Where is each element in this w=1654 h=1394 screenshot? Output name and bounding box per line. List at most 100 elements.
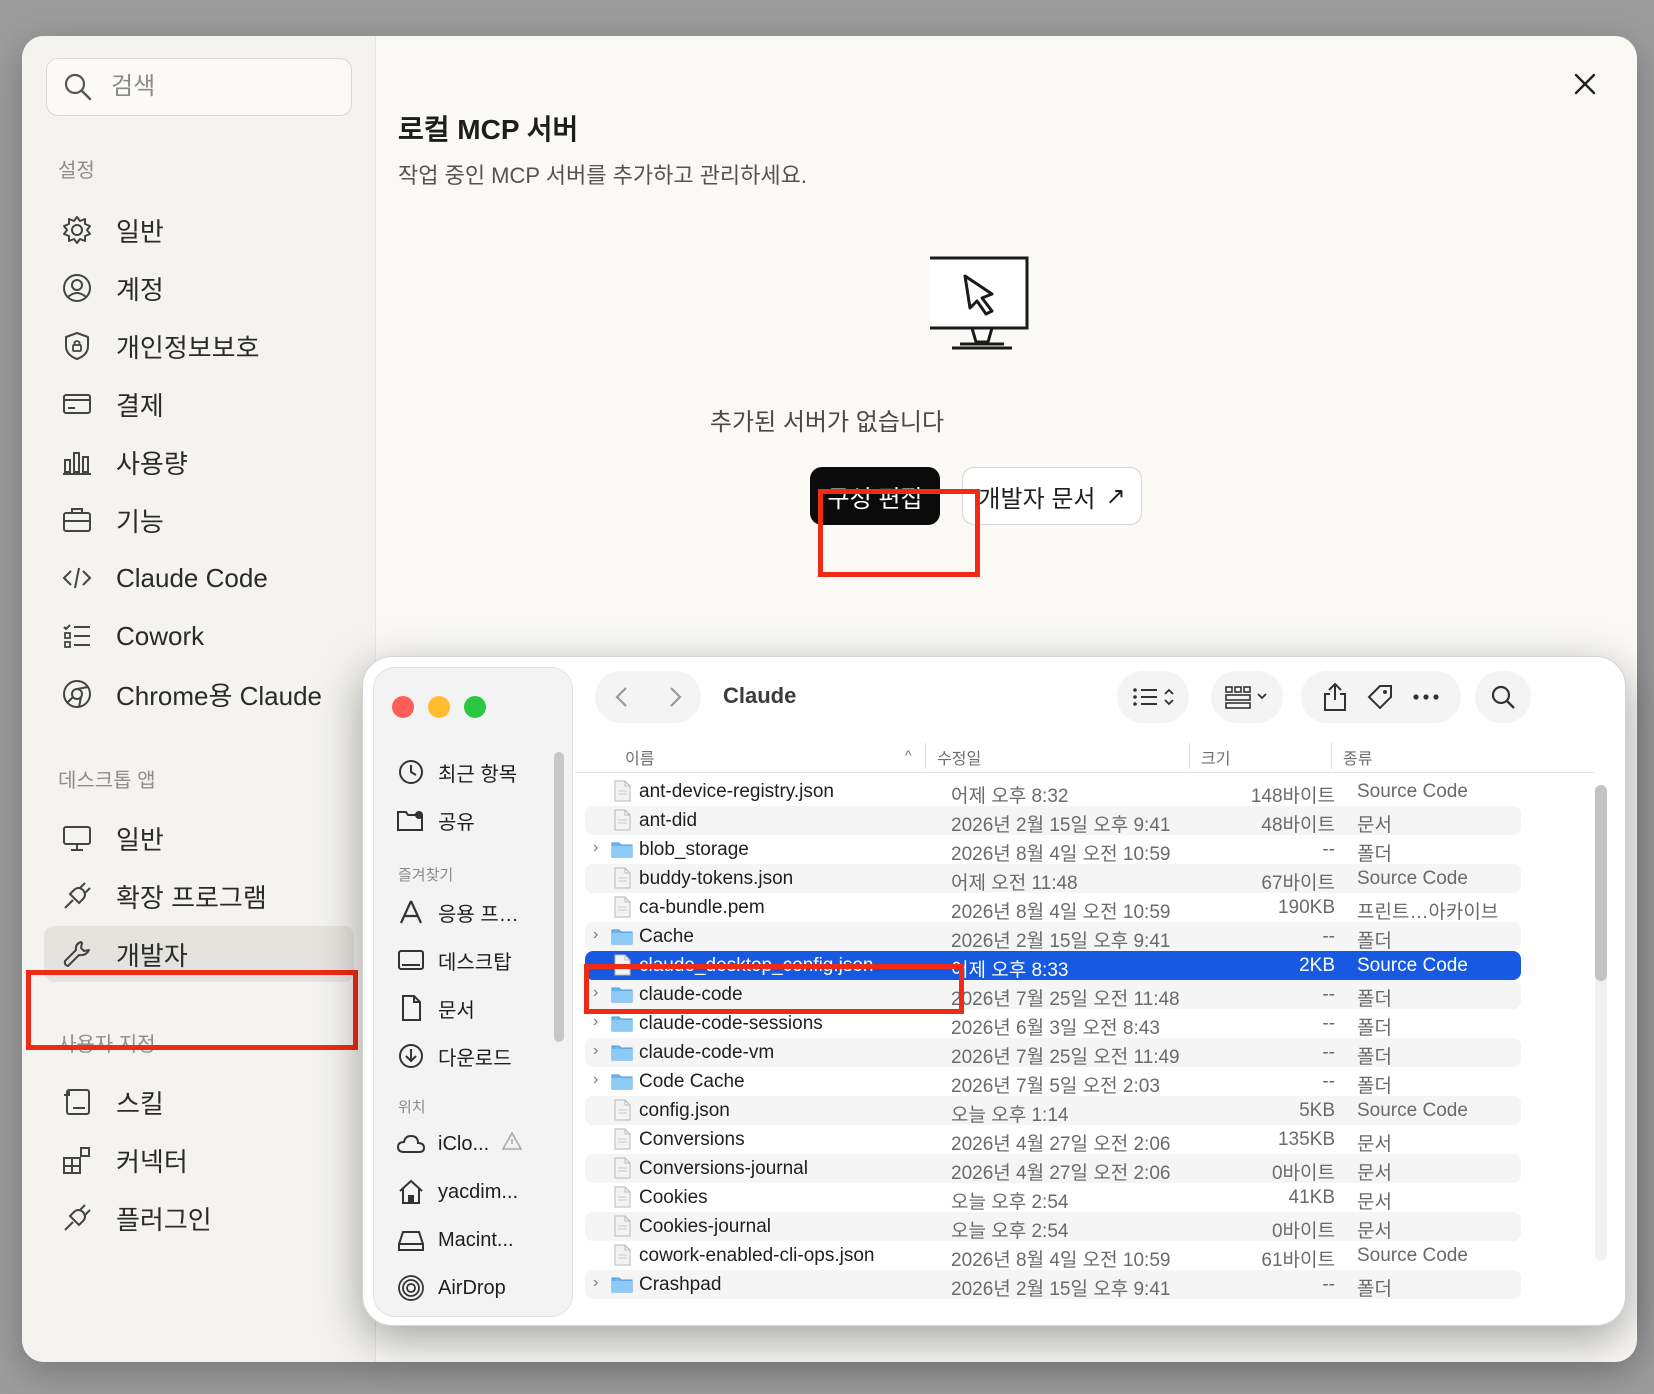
sidebar-item-label: 기능 <box>116 506 164 537</box>
finder-sidebar-label: Macint... <box>438 1228 514 1251</box>
file-row[interactable]: ant-device-registry.json 어제 오후 8:32 148바이트… <box>585 777 1521 807</box>
file-row[interactable]: ca-bundle.pem 2026년 8월 4일 오전 10:59 190KB 프린… <box>585 893 1521 923</box>
sidebar-item-extensions[interactable]: 확장 프로그램 <box>44 868 354 924</box>
finder-sidebar-documents[interactable]: 문서 <box>396 990 475 1026</box>
finder-sidebar-label: yacdim... <box>438 1180 519 1203</box>
sidebar-item-chrome-claude[interactable]: Chrome용 Claude <box>44 666 354 722</box>
column-size[interactable]: 크기 <box>1201 745 1230 769</box>
back-icon[interactable] <box>612 685 632 709</box>
sidebar-item-desktop-general[interactable]: 일반 <box>44 810 354 866</box>
column-kind[interactable]: 종류 <box>1343 745 1372 769</box>
finder-sidebar-label: 최근 항목 <box>438 763 518 786</box>
zoom-window-button[interactable] <box>464 696 486 718</box>
folder-row[interactable]: › Code Cache 2026년 7월 5일 오전 2:03 -- 폴더 <box>585 1067 1521 1097</box>
folder-row[interactable]: › blob_storage 2026년 8월 4일 오전 10:59 -- 폴더 <box>585 835 1521 865</box>
highlight-config-file <box>584 964 964 1014</box>
close-window-button[interactable] <box>392 696 414 718</box>
group-view-button[interactable] <box>1211 671 1283 723</box>
file-row[interactable]: Conversions 2026년 4월 27일 오전 2:06 135KB 문서 <box>585 1125 1521 1155</box>
sidebar-item-general[interactable]: 일반 <box>44 202 354 258</box>
minimize-window-button[interactable] <box>428 696 450 718</box>
close-icon[interactable] <box>1569 68 1601 100</box>
forward-icon[interactable] <box>665 685 685 709</box>
file-row[interactable]: Conversions-journal 2026년 4월 27일 오전 2:06 0… <box>585 1154 1521 1184</box>
finder-sidebar-downloads[interactable]: 다운로드 <box>396 1038 512 1074</box>
file-name: ant-device-registry.json <box>639 781 835 802</box>
tag-icon[interactable] <box>1366 683 1394 711</box>
code-icon <box>60 561 94 595</box>
home-icon <box>396 1177 426 1207</box>
file-kind: 폴더 <box>1357 1047 1392 1068</box>
developer-docs-button[interactable]: 개발자 문서 ↗ <box>962 467 1142 525</box>
file-row[interactable]: ant-did 2026년 2월 15일 오후 9:41 48바이트 문서 <box>585 806 1521 836</box>
file-size: -- <box>1322 984 1335 1005</box>
disclosure-chevron-icon[interactable]: › <box>593 1274 598 1292</box>
more-icon[interactable] <box>1412 693 1440 701</box>
disclosure-chevron-icon[interactable]: › <box>593 1013 598 1031</box>
finder-sidebar-applications[interactable]: 응용 프… <box>396 894 519 930</box>
file-kind: 문서 <box>1357 815 1392 836</box>
file-name: Cookies-journal <box>639 1216 772 1237</box>
file-row[interactable]: Cookies-journal 오늘 오후 2:54 0바이트 문서 <box>585 1212 1521 1242</box>
finder-sidebar-macintosh[interactable]: Macint... <box>396 1222 514 1258</box>
icloud-icon <box>396 1129 426 1159</box>
finder-toolbar: Claude <box>575 657 1625 727</box>
share-icon[interactable] <box>1322 682 1348 712</box>
sidebar-item-claude-code[interactable]: Claude Code <box>44 550 354 606</box>
file-date: 2026년 6월 3일 오전 8:43 <box>951 1018 1160 1039</box>
column-modified[interactable]: 수정일 <box>937 745 981 769</box>
sidebar-item-label: Claude Code <box>116 562 268 593</box>
highlight-edit-config <box>818 489 980 577</box>
folder-row[interactable]: › Cache 2026년 2월 15일 오후 9:41 -- 폴더 <box>585 922 1521 952</box>
scrollbar-thumb[interactable] <box>1595 785 1607 981</box>
monitor-icon <box>60 821 94 855</box>
finder-sidebar-shared[interactable]: 공유 <box>396 802 475 838</box>
sidebar-item-skills[interactable]: 스킬 <box>44 1074 354 1130</box>
finder-sidebar-desktop[interactable]: 데스크탑 <box>396 942 512 978</box>
skill-icon <box>60 1085 94 1119</box>
finder-sidebar-label: AirDrop <box>438 1276 506 1299</box>
file-list-scrollbar[interactable] <box>1595 785 1607 1261</box>
sidebar-item-features[interactable]: 기능 <box>44 492 354 548</box>
sidebar-item-account[interactable]: 계정 <box>44 260 354 316</box>
list-view-button[interactable] <box>1117 671 1189 723</box>
file-size: 41KB <box>1288 1187 1335 1208</box>
sidebar-item-privacy[interactable]: 개인정보보호 <box>44 318 354 374</box>
page-subtitle: 작업 중인 MCP 서버를 추가하고 관리하세요. <box>398 163 808 188</box>
disclosure-chevron-icon[interactable]: › <box>593 839 598 857</box>
sidebar-item-usage[interactable]: 사용량 <box>44 434 354 490</box>
folder-icon <box>611 838 633 860</box>
disclosure-chevron-icon[interactable]: › <box>593 1071 598 1089</box>
finder-sidebar-icloud[interactable]: iClo... <box>396 1126 523 1162</box>
sidebar-item-plugins[interactable]: 플러그인 <box>44 1190 354 1246</box>
sidebar-scrollbar[interactable] <box>554 752 564 1042</box>
finder-search-button[interactable] <box>1475 671 1531 723</box>
shared-folder-icon <box>396 805 426 835</box>
finder-sidebar-recents[interactable]: 최근 항목 <box>396 754 517 790</box>
file-icon <box>611 809 633 831</box>
finder-sidebar-airdrop[interactable]: AirDrop <box>396 1270 506 1306</box>
column-name[interactable]: 이름 <box>625 745 654 769</box>
bar-chart-icon <box>60 445 94 479</box>
sidebar-item-connectors[interactable]: 커넥터 <box>44 1132 354 1188</box>
folder-row[interactable]: › claude-code-vm 2026년 7월 25일 오전 11:49 -- 폴더 <box>585 1038 1521 1068</box>
disclosure-chevron-icon[interactable]: › <box>593 1042 598 1060</box>
file-row[interactable]: Cookies 오늘 오후 2:54 41KB 문서 <box>585 1183 1521 1213</box>
file-row[interactable]: cowork-enabled-cli-ops.json 2026년 8월 4일 오… <box>585 1241 1521 1271</box>
file-size: 190KB <box>1277 897 1335 918</box>
finder-sidebar-label: 공유 <box>438 811 475 834</box>
file-date: 2026년 8월 4일 오전 10:59 <box>951 844 1171 865</box>
file-row[interactable]: buddy-tokens.json 어제 오전 11:48 67바이트 Source … <box>585 864 1521 894</box>
file-date: 2026년 7월 25일 오전 11:48 <box>951 989 1180 1010</box>
search-box[interactable] <box>46 58 352 116</box>
finder-sidebar-home[interactable]: yacdim... <box>396 1174 518 1210</box>
sidebar-item-cowork[interactable]: Cowork <box>44 608 354 664</box>
disclosure-chevron-icon[interactable]: › <box>593 926 598 944</box>
apps-icon <box>396 897 426 927</box>
file-icon <box>611 1244 633 1266</box>
search-input[interactable] <box>111 73 311 101</box>
folder-row[interactable]: › Crashpad 2026년 2월 15일 오후 9:41 -- 폴더 <box>585 1270 1521 1300</box>
file-date: 2026년 2월 15일 오후 9:41 <box>951 1279 1171 1300</box>
action-buttons <box>1301 671 1461 723</box>
file-row[interactable]: config.json 오늘 오후 1:14 5KB Source Code <box>585 1096 1521 1126</box>
